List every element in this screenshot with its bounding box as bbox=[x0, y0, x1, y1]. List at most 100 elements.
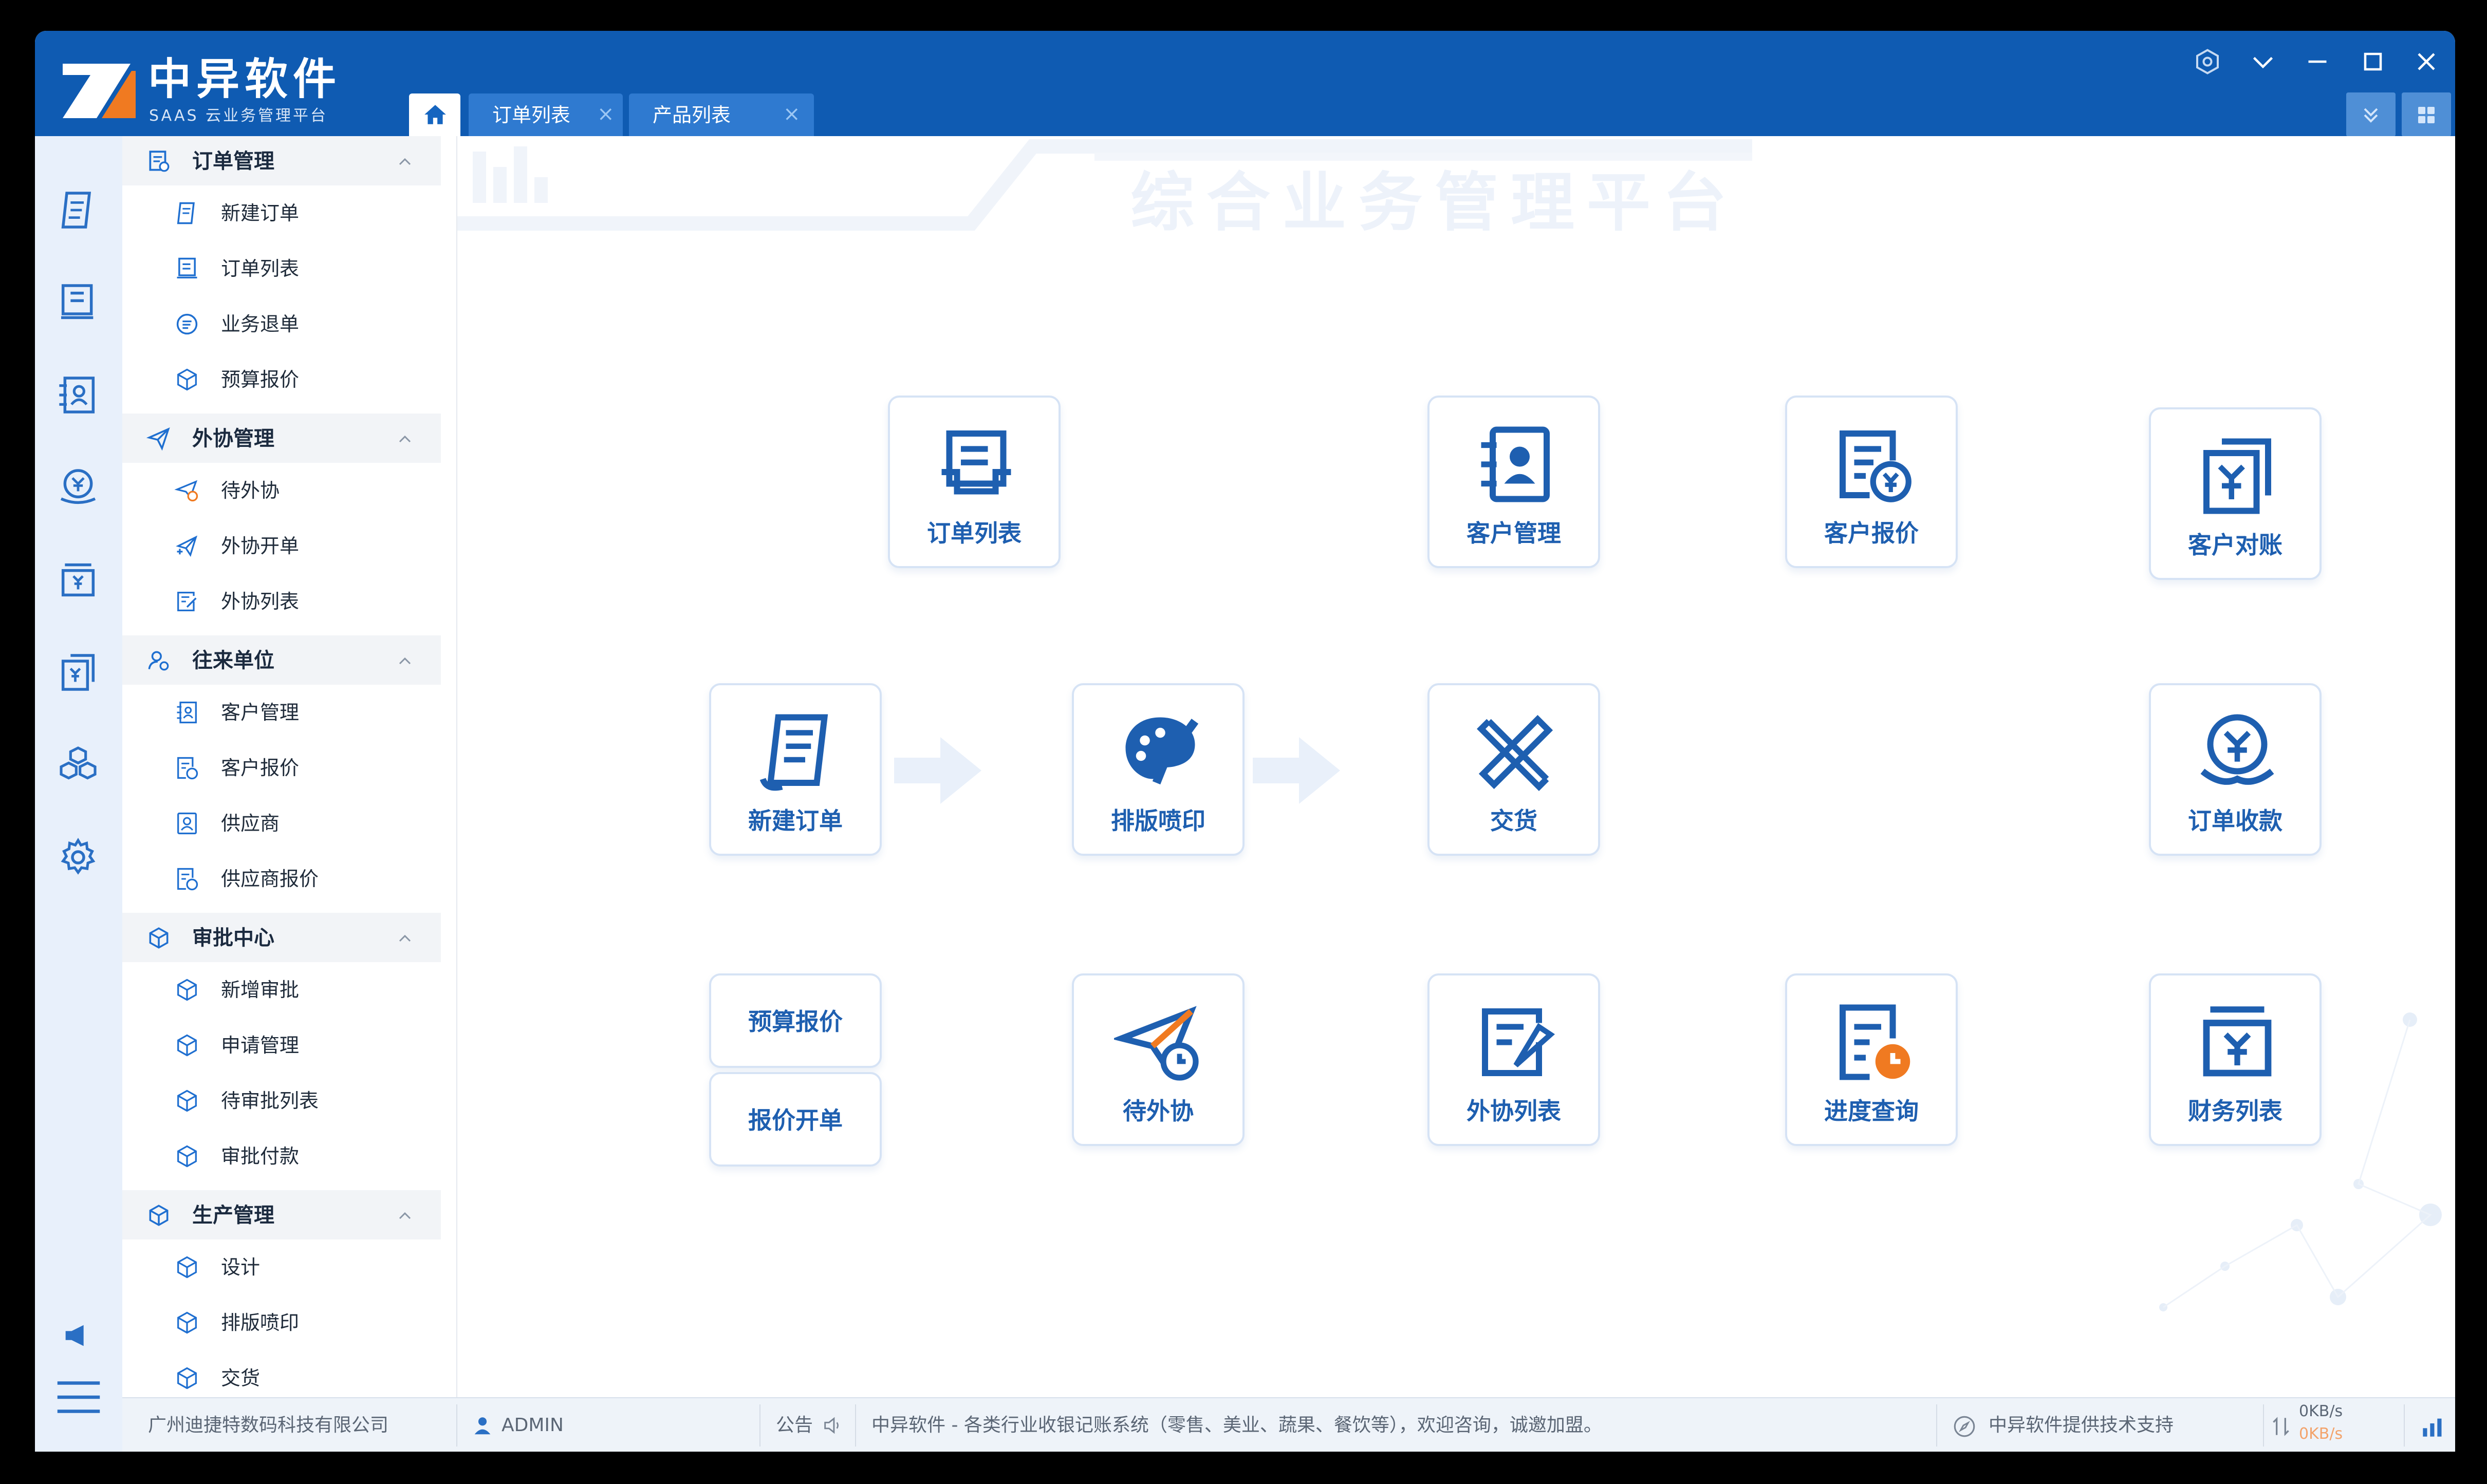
tools-icon bbox=[1477, 715, 1553, 791]
minimize-icon[interactable] bbox=[2302, 46, 2333, 77]
list-edit-icon bbox=[177, 592, 197, 611]
sidebar-group-order-mgmt[interactable]: 订单管理 bbox=[122, 136, 441, 185]
megaphone-icon[interactable] bbox=[60, 1318, 96, 1354]
maximize-icon[interactable] bbox=[2358, 46, 2388, 77]
box-icon bbox=[177, 1034, 197, 1057]
item-label: 订单列表 bbox=[221, 257, 300, 280]
card-finance-list[interactable]: 财务列表 bbox=[2149, 973, 2322, 1146]
chevron-up-icon bbox=[399, 934, 411, 942]
tab-product-list[interactable]: 产品列表 × bbox=[629, 93, 814, 136]
sidebar-item-supplier-quote[interactable]: 供应商报价 bbox=[122, 851, 441, 907]
grid-view-button[interactable] bbox=[2402, 92, 2451, 137]
close-icon[interactable]: × bbox=[783, 103, 801, 125]
sidebar-item-new-order[interactable]: 新建订单 bbox=[122, 185, 441, 241]
sidebar-item-supplier[interactable]: 供应商 bbox=[122, 796, 441, 851]
bar-chart-icon[interactable] bbox=[2418, 1413, 2447, 1441]
yen-coin-icon[interactable] bbox=[55, 465, 101, 510]
upload-speed: 0KB/s bbox=[2299, 1402, 2343, 1420]
card-label: 预算报价 bbox=[748, 1008, 843, 1036]
sidebar-item-design[interactable]: 设计 bbox=[122, 1239, 441, 1295]
menu-icon[interactable] bbox=[50, 1369, 107, 1425]
sidebar-item-application-mgmt[interactable]: 申请管理 bbox=[122, 1018, 441, 1073]
divider bbox=[2263, 1404, 2264, 1447]
item-label: 外协列表 bbox=[221, 590, 300, 613]
paper-plane-icon bbox=[146, 427, 170, 451]
card-progress-query[interactable]: 进度查询 bbox=[1785, 973, 1958, 1146]
order-list-icon bbox=[941, 430, 1011, 495]
flow-arrow-icon bbox=[894, 737, 981, 804]
notice-label: 公告 bbox=[776, 1415, 813, 1436]
sidebar-item-pending-outsource[interactable]: 待外协 bbox=[122, 463, 441, 518]
card-delivery[interactable]: 交货 bbox=[1427, 683, 1600, 856]
order-icon bbox=[149, 151, 170, 172]
sidebar-group-production[interactable]: 生产管理 bbox=[122, 1190, 441, 1239]
tab-order-list[interactable]: 订单列表 × bbox=[469, 93, 623, 136]
item-label: 交货 bbox=[221, 1367, 261, 1389]
card-order-collect[interactable]: 订单收款 bbox=[2149, 683, 2322, 856]
item-label: 设计 bbox=[221, 1256, 261, 1279]
sidebar-group-partners[interactable]: 往来单位 bbox=[122, 635, 441, 685]
tabs-dropdown-button[interactable] bbox=[2346, 92, 2396, 137]
card-label: 外协列表 bbox=[1467, 1097, 1561, 1125]
card-customer-reconcile[interactable]: 客户对账 bbox=[2149, 407, 2322, 580]
palette-icon bbox=[1125, 717, 1199, 785]
cubes-icon[interactable] bbox=[55, 742, 101, 787]
gear-icon[interactable] bbox=[55, 835, 101, 880]
quote-icon bbox=[177, 868, 198, 891]
card-customer-mgmt[interactable]: 客户管理 bbox=[1427, 396, 1600, 568]
card-budget-quote[interactable]: 预算报价 bbox=[709, 973, 882, 1068]
chevron-up-icon bbox=[399, 435, 411, 443]
paper-plane-plus-icon bbox=[176, 535, 198, 557]
sidebar-item-customer-mgmt[interactable]: 客户管理 bbox=[122, 685, 441, 740]
card-customer-quote[interactable]: 客户报价 bbox=[1785, 396, 1958, 568]
sidebar-item-order-list[interactable]: 订单列表 bbox=[122, 241, 441, 296]
item-label: 业务退单 bbox=[221, 313, 300, 335]
sidebar-item-approval-payment[interactable]: 审批付款 bbox=[122, 1129, 441, 1184]
tab-label: 订单列表 bbox=[492, 104, 571, 126]
chevron-up-icon bbox=[399, 1212, 411, 1219]
card-quote-order[interactable]: 报价开单 bbox=[709, 1072, 882, 1167]
item-label: 客户报价 bbox=[221, 757, 300, 779]
sidebar-item-outsource-list[interactable]: 外协列表 bbox=[122, 574, 441, 629]
tab-home[interactable] bbox=[409, 93, 460, 136]
sidebar-item-customer-quote[interactable]: 客户报价 bbox=[122, 740, 441, 796]
card-pending-outsource[interactable]: 待外协 bbox=[1072, 973, 1245, 1146]
list-edit-icon bbox=[1482, 1008, 1555, 1076]
chevron-down-icon[interactable] bbox=[2248, 46, 2278, 77]
new-order-icon bbox=[177, 202, 195, 224]
screen-frame: 中异软件 SAAS 云业务管理平台 订单列表 × 产品列表 × 订单管理 新建订… bbox=[0, 0, 2487, 1484]
sidebar-item-delivery[interactable]: 交货 bbox=[122, 1350, 441, 1397]
item-label: 外协开单 bbox=[221, 535, 300, 557]
supplier-icon bbox=[177, 812, 197, 835]
close-window-icon[interactable] bbox=[2411, 46, 2442, 77]
close-icon[interactable]: × bbox=[597, 103, 615, 125]
sidebar-item-refund[interactable]: 业务退单 bbox=[122, 296, 441, 352]
card-layout-print[interactable]: 排版喷印 bbox=[1072, 683, 1245, 856]
card-new-order[interactable]: 新建订单 bbox=[709, 683, 882, 856]
card-order-list[interactable]: 订单列表 bbox=[888, 396, 1061, 568]
card-label: 客户对账 bbox=[2188, 531, 2282, 559]
yen-document-icon bbox=[2203, 438, 2271, 514]
new-order-icon bbox=[759, 714, 828, 791]
sidebar-item-budget-quote[interactable]: 预算报价 bbox=[122, 352, 441, 407]
grid-icon bbox=[2418, 107, 2435, 123]
company-name: 广州迪捷特数码科技有限公司 bbox=[148, 1415, 389, 1436]
contact-card-icon[interactable] bbox=[55, 372, 101, 418]
sidebar-group-outsource[interactable]: 外协管理 bbox=[122, 414, 441, 463]
cash-box-icon[interactable] bbox=[55, 557, 101, 603]
current-user[interactable]: ADMIN bbox=[502, 1414, 564, 1437]
sidebar-item-outsource-open[interactable]: 外协开单 bbox=[122, 518, 441, 574]
card-label: 客户管理 bbox=[1467, 519, 1561, 547]
card-outsource-list[interactable]: 外协列表 bbox=[1427, 973, 1600, 1146]
sidebar-group-approval[interactable]: 审批中心 bbox=[122, 913, 441, 962]
chevron-up-icon bbox=[399, 158, 411, 165]
order-list-icon[interactable] bbox=[55, 280, 101, 325]
refund-icon bbox=[176, 313, 198, 335]
sidebar-item-new-approval[interactable]: 新增审批 bbox=[122, 962, 441, 1018]
yen-document-icon[interactable] bbox=[55, 650, 101, 695]
settings-hex-icon[interactable] bbox=[2192, 46, 2223, 77]
sidebar-item-layout-print[interactable]: 排版喷印 bbox=[122, 1295, 441, 1350]
sidebar-item-pending-approval[interactable]: 待审批列表 bbox=[122, 1073, 441, 1129]
divider bbox=[759, 1404, 760, 1447]
receipt-icon[interactable] bbox=[55, 187, 101, 233]
